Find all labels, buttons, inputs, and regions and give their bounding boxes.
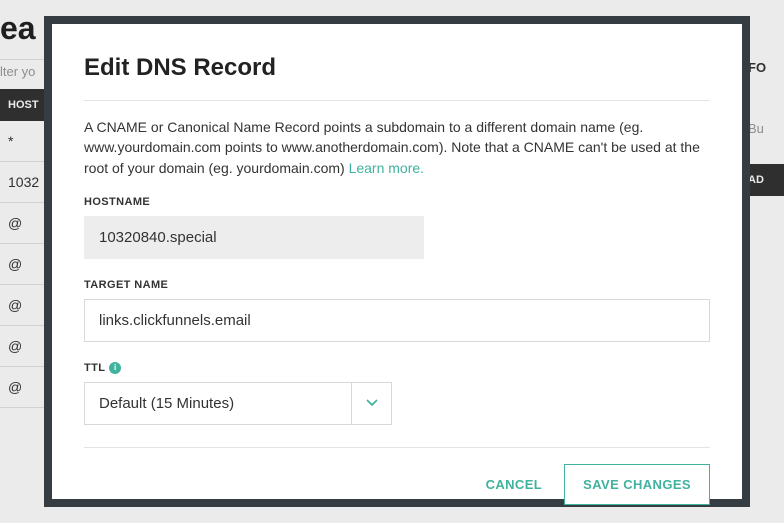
learn-more-link[interactable]: Learn more. [349,160,424,176]
info-icon[interactable]: i [109,362,121,374]
ttl-value: Default (15 Minutes) [84,382,352,425]
modal-footer: CANCEL SAVE CHANGES [84,448,710,505]
target-name-input[interactable] [84,299,710,342]
save-changes-button[interactable]: SAVE CHANGES [564,464,710,505]
cancel-button[interactable]: CANCEL [486,477,543,492]
ttl-select[interactable]: Default (15 Minutes) [84,382,710,425]
hostname-field: 10320840.special [84,216,424,259]
target-name-label: TARGET NAME [84,279,710,291]
divider [84,100,710,101]
chevron-down-icon [366,399,378,407]
modal-frame: Edit DNS Record A CNAME or Canonical Nam… [44,16,750,507]
hostname-label: HOSTNAME [84,196,710,208]
ttl-dropdown-button[interactable] [352,382,392,425]
ttl-label: TTL i [84,362,710,374]
ttl-label-text: TTL [84,362,105,374]
modal-title: Edit DNS Record [84,54,710,82]
edit-dns-modal: Edit DNS Record A CNAME or Canonical Nam… [52,24,742,499]
modal-description: A CNAME or Canonical Name Record points … [84,117,710,178]
